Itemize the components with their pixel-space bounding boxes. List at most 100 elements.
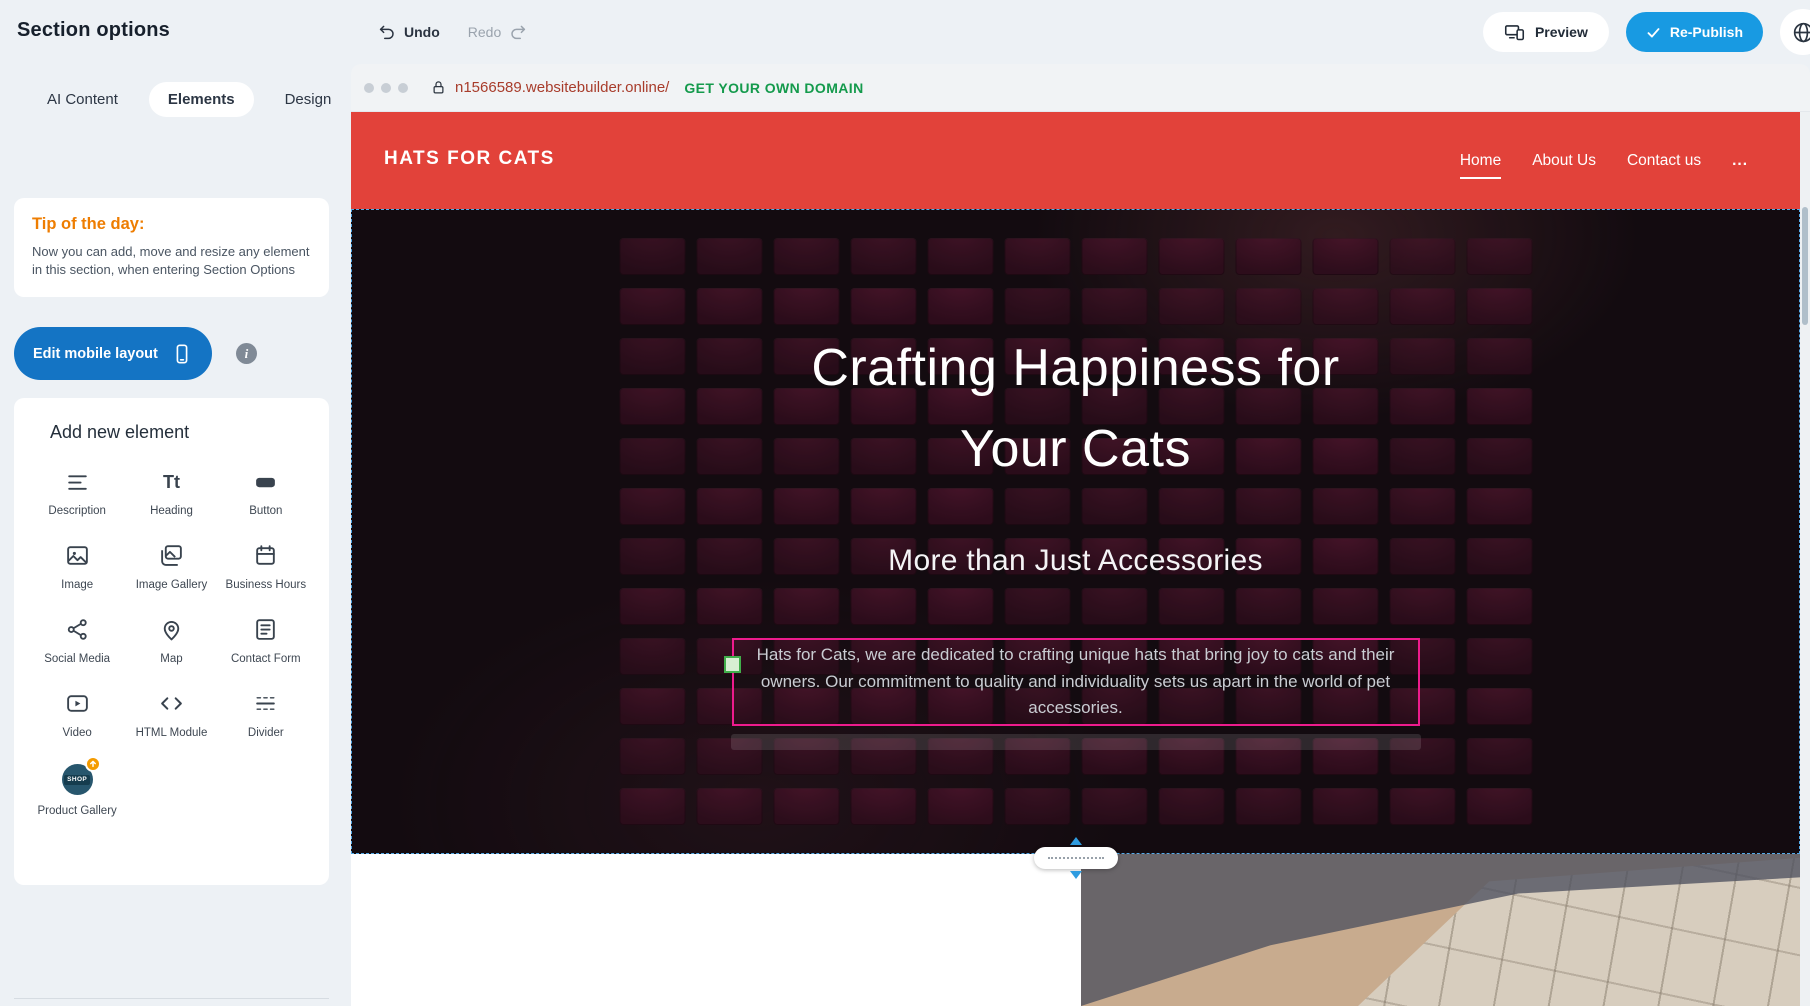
- hero-paragraph: Hats for Cats, we are dedicated to craft…: [734, 642, 1418, 721]
- nav-item-contact[interactable]: Contact us: [1627, 146, 1701, 176]
- pavement-photo: [1081, 854, 1810, 1006]
- wall-tile: [1312, 488, 1378, 525]
- wall-tile: [1312, 288, 1378, 325]
- element-tile-product-gallery[interactable]: SHOP Product Gallery: [30, 764, 124, 819]
- element-tile-button[interactable]: Button: [219, 468, 313, 519]
- element-tile-html-module[interactable]: HTML Module: [124, 690, 218, 741]
- language-button[interactable]: [1780, 9, 1810, 55]
- upgrade-badge-icon: [85, 756, 101, 772]
- business-hours-icon: [253, 542, 278, 570]
- element-tile-divider[interactable]: Divider: [219, 690, 313, 741]
- image-gallery-icon: [159, 542, 184, 570]
- devices-icon: [1504, 22, 1525, 43]
- nav-item-home[interactable]: Home: [1460, 146, 1501, 176]
- wall-tile: [1389, 238, 1455, 275]
- element-tile-social-media[interactable]: Social Media: [30, 616, 124, 667]
- resize-handle[interactable]: [724, 656, 741, 673]
- element-tile-image[interactable]: Image: [30, 542, 124, 593]
- wall-tile: [1235, 488, 1301, 525]
- wall-tile: [1389, 788, 1455, 825]
- element-tile-business-hours[interactable]: Business Hours: [219, 542, 313, 593]
- site-preview: HATS FOR CATS Home About Us Contact us .…: [351, 112, 1810, 1006]
- contact-form-icon: [253, 616, 278, 644]
- topbar-actions: Preview Re-Publish: [1483, 0, 1810, 64]
- element-tile-contact-form[interactable]: Contact Form: [219, 616, 313, 667]
- tab-elements[interactable]: Elements: [149, 82, 254, 117]
- edit-mobile-layout-button[interactable]: Edit mobile layout: [14, 327, 212, 380]
- undo-button[interactable]: Undo: [378, 23, 440, 41]
- wall-tile: [1235, 238, 1301, 275]
- wall-tile: [1466, 788, 1532, 825]
- redo-button[interactable]: Redo: [468, 23, 527, 41]
- wall-tile: [773, 588, 839, 625]
- info-icon[interactable]: i: [236, 343, 257, 364]
- wall-tile: [696, 588, 762, 625]
- element-grid: Description Tt Heading Button Image Imag…: [30, 468, 313, 819]
- canvas-scrollbar: [1800, 112, 1810, 1006]
- site-logo[interactable]: HATS FOR CATS: [384, 148, 555, 170]
- wall-tile: [1312, 588, 1378, 625]
- sidebar: AI Content Elements Design Tip of the da…: [0, 64, 351, 1006]
- paragraph-element-selected[interactable]: Hats for Cats, we are dedicated to craft…: [732, 638, 1420, 726]
- globe-icon: [1791, 20, 1810, 45]
- description-icon: [65, 468, 90, 496]
- hero-heading[interactable]: Crafting Happiness for Your Cats: [352, 328, 1799, 490]
- tip-card: Tip of the day: Now you can add, move an…: [14, 198, 329, 297]
- wall-tile: [1235, 788, 1301, 825]
- element-tile-map[interactable]: Map: [124, 616, 218, 667]
- nav-more-button[interactable]: ...: [1732, 146, 1748, 176]
- window-dots: [364, 83, 408, 93]
- wall-tile: [1158, 488, 1224, 525]
- map-icon: [159, 616, 184, 644]
- get-domain-link[interactable]: GET YOUR OWN DOMAIN: [684, 80, 863, 96]
- republish-label: Re-Publish: [1670, 24, 1743, 40]
- element-label: Social Media: [44, 652, 110, 667]
- arrow-down-icon: [1070, 871, 1082, 879]
- element-label: Map: [160, 652, 182, 667]
- republish-button[interactable]: Re-Publish: [1626, 12, 1763, 52]
- edit-mobile-label: Edit mobile layout: [33, 346, 158, 362]
- hero-subheading[interactable]: More than Just Accessories: [352, 544, 1799, 578]
- wall-tile: [1081, 788, 1147, 825]
- wall-tile: [1466, 688, 1532, 725]
- divider-icon: [253, 690, 278, 718]
- wall-tile: [1389, 488, 1455, 525]
- wall-tile: [619, 638, 685, 675]
- wall-tile: [1081, 488, 1147, 525]
- wall-tile: [927, 288, 993, 325]
- element-tile-image-gallery[interactable]: Image Gallery: [124, 542, 218, 593]
- element-tile-heading[interactable]: Tt Heading: [124, 468, 218, 519]
- wall-tile: [1389, 588, 1455, 625]
- element-label: Video: [63, 726, 92, 741]
- window-dot: [381, 83, 391, 93]
- preview-button[interactable]: Preview: [1483, 12, 1609, 52]
- wall-tile: [927, 488, 993, 525]
- wall-tile: [619, 738, 685, 775]
- element-tile-description[interactable]: Description: [30, 468, 124, 519]
- element-label: Heading: [150, 504, 193, 519]
- mobile-layout-row: Edit mobile layout i: [14, 327, 257, 380]
- wall-tile: [1158, 288, 1224, 325]
- site-url: n1566589.websitebuilder.online/: [455, 79, 669, 96]
- html-module-icon: [159, 690, 184, 718]
- hero-section-selected[interactable]: Crafting Happiness for Your Cats More th…: [351, 209, 1800, 854]
- drag-pill: [1034, 847, 1118, 869]
- wall-tile: [619, 788, 685, 825]
- element-tile-video[interactable]: Video: [30, 690, 124, 741]
- wall-tile: [1081, 238, 1147, 275]
- wall-tile: [850, 238, 916, 275]
- tab-design[interactable]: Design: [266, 82, 351, 117]
- section-resize-handle[interactable]: [1034, 837, 1118, 879]
- phone-icon: [171, 343, 193, 365]
- wall-tile: [619, 488, 685, 525]
- window-dot: [364, 83, 374, 93]
- wall-tile: [1158, 238, 1224, 275]
- wall-tile: [1466, 588, 1532, 625]
- tab-ai-content[interactable]: AI Content: [28, 82, 137, 117]
- wall-tile: [1312, 238, 1378, 275]
- element-label: Divider: [248, 726, 284, 741]
- scrollbar-thumb[interactable]: [1802, 207, 1808, 325]
- topbar: Section options Undo Redo Preview Re-Pub…: [0, 0, 1810, 64]
- nav-item-about[interactable]: About Us: [1532, 146, 1596, 176]
- ghost-element-placeholder: [731, 734, 1421, 750]
